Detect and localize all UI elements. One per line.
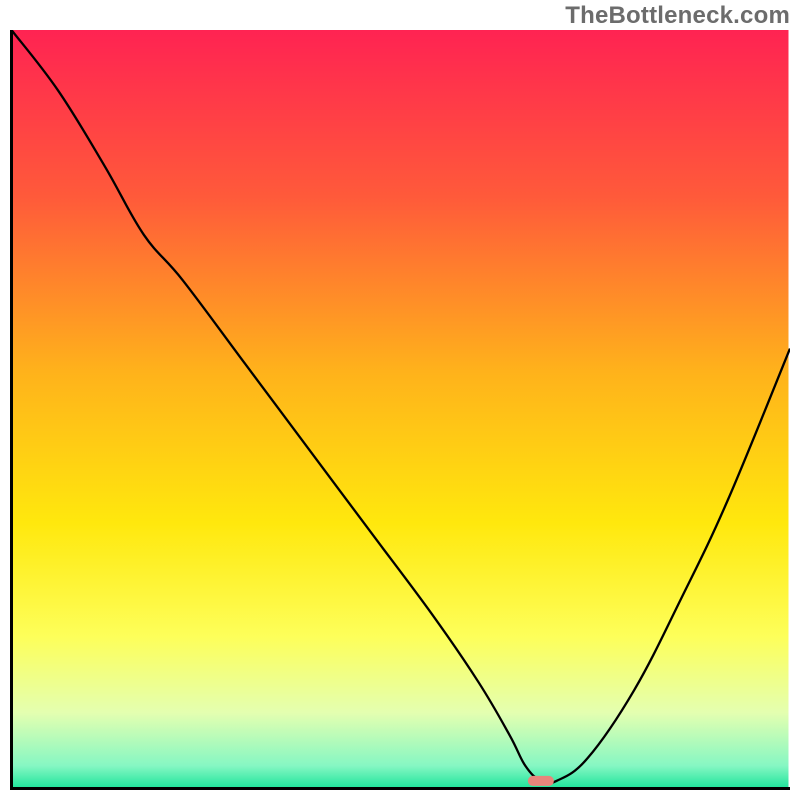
plot-background: [12, 30, 789, 789]
chart-container: TheBottleneck.com: [0, 0, 800, 800]
watermark-text: TheBottleneck.com: [565, 2, 790, 30]
marker-point: [528, 776, 554, 786]
bottleneck-chart: [10, 30, 790, 790]
